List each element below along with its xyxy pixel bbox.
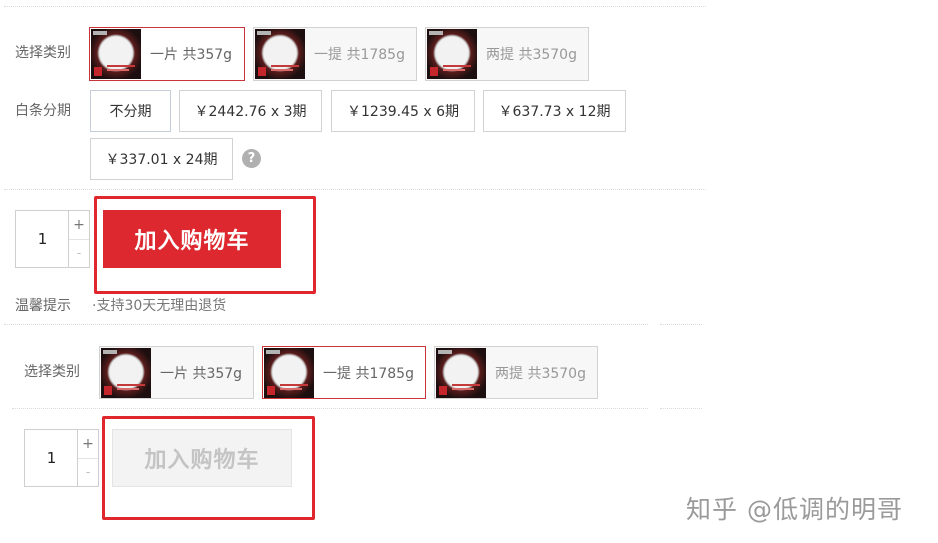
installment-option-24[interactable]: ￥337.01 x 24期 xyxy=(90,138,233,180)
category-option-1pc[interactable]: 一片 共357g xyxy=(99,346,254,399)
product-thumbnail xyxy=(255,29,305,79)
return-policy-tip: ·支持30天无理由退货 xyxy=(92,298,227,314)
category-option-label: 两提 共3570g xyxy=(486,47,577,63)
decrement-button[interactable]: - xyxy=(69,239,89,267)
category-option-1tie[interactable]: 一提 共1785g xyxy=(253,27,417,81)
increment-button[interactable]: + xyxy=(69,211,89,240)
divider xyxy=(12,408,648,409)
divider xyxy=(4,324,648,325)
category-label: 选择类别 xyxy=(15,45,71,61)
category-option-2tie[interactable]: 两提 共3570g xyxy=(434,346,598,399)
divider xyxy=(4,189,706,190)
installment-option-label: 不分期 xyxy=(109,104,152,120)
category-option-label: 一片 共357g xyxy=(160,365,243,382)
installment-option-label: ￥337.01 x 24期 xyxy=(105,152,218,168)
help-icon[interactable]: ? xyxy=(242,149,261,168)
increment-button[interactable]: + xyxy=(78,430,98,459)
highlight-box xyxy=(102,416,315,520)
category-option-1tie[interactable]: 一提 共1785g xyxy=(262,346,426,399)
product-thumbnail xyxy=(91,29,141,79)
divider xyxy=(4,6,706,7)
category-label: 选择类别 xyxy=(24,364,80,380)
category-option-1pc[interactable]: 一片 共357g xyxy=(89,27,245,81)
quantity-buttons: + - xyxy=(68,211,89,267)
tip-label: 温馨提示 xyxy=(15,298,71,314)
category-option-label: 两提 共3570g xyxy=(495,365,586,382)
category-option-label: 一片 共357g xyxy=(150,47,233,63)
installment-option-label: ￥637.73 x 12期 xyxy=(498,104,611,120)
divider xyxy=(660,324,702,325)
quantity-buttons: + - xyxy=(77,430,98,486)
installment-option-6[interactable]: ￥1239.45 x 6期 xyxy=(331,90,475,132)
quantity-stepper: 1 + - xyxy=(15,210,90,268)
quantity-input[interactable]: 1 xyxy=(16,211,69,267)
installment-option-3[interactable]: ￥2442.76 x 3期 xyxy=(179,90,322,132)
product-thumbnail xyxy=(436,347,486,398)
product-thumbnail xyxy=(264,347,314,398)
installment-option-none[interactable]: 不分期 xyxy=(90,90,171,132)
quantity-input[interactable]: 1 xyxy=(25,430,78,486)
installment-option-label: ￥2442.76 x 3期 xyxy=(194,104,307,120)
quantity-stepper: 1 + - xyxy=(24,429,99,487)
decrement-button[interactable]: - xyxy=(78,458,98,486)
product-thumbnail xyxy=(101,347,151,398)
category-option-label: 一提 共1785g xyxy=(314,47,405,63)
divider xyxy=(660,408,702,409)
installment-option-12[interactable]: ￥637.73 x 12期 xyxy=(483,90,626,132)
category-option-label: 一提 共1785g xyxy=(323,365,414,382)
category-option-2tie[interactable]: 两提 共3570g xyxy=(425,27,589,81)
installment-label: 白条分期 xyxy=(15,103,71,119)
watermark: 知乎 @低调的明哥 xyxy=(686,495,903,524)
product-thumbnail xyxy=(427,29,477,79)
highlight-box xyxy=(94,196,316,294)
installment-option-label: ￥1239.45 x 6期 xyxy=(347,104,459,120)
